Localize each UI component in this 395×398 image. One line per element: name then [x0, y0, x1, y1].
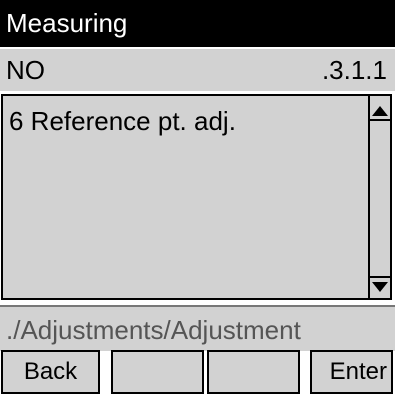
subheader-label: NO: [6, 55, 45, 85]
scroll-down-arrow-icon[interactable]: [370, 274, 390, 294]
breadcrumb-path: ./Adjustments/Adjustment: [6, 315, 301, 345]
softkey-2-button[interactable]: [111, 350, 204, 394]
title-bar: Measuring: [0, 0, 395, 47]
menu-list: 6 Reference pt. adj.: [1, 94, 392, 300]
softkey-3-button[interactable]: [207, 350, 300, 394]
subheader-bar: NO .3.1.1: [0, 49, 395, 91]
back-button[interactable]: Back: [1, 350, 100, 394]
list-item[interactable]: 6 Reference pt. adj.: [9, 106, 236, 137]
scrollbar[interactable]: [368, 96, 390, 298]
breadcrumb: ./Adjustments/Adjustment: [0, 305, 395, 351]
enter-button[interactable]: Enter: [310, 350, 393, 394]
window-title: Measuring: [6, 8, 128, 38]
menu-code: .3.1.1: [321, 55, 387, 85]
scroll-up-arrow-icon[interactable]: [370, 102, 390, 122]
